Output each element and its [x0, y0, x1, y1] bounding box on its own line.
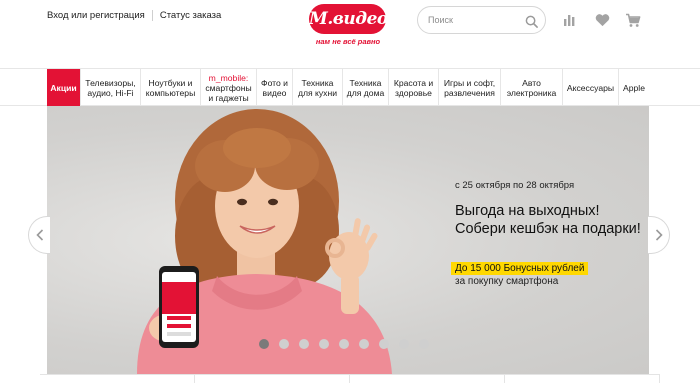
nav-item-laptops[interactable]: Ноутбуки и компьютеры [141, 69, 201, 106]
nav-item-home[interactable]: Техника для дома [343, 69, 389, 106]
nav-item-label: смартфоны и гаджеты [205, 82, 252, 103]
nav-item-accessories[interactable]: Аксессуары [563, 69, 619, 106]
category-nav: Акции Телевизоры, аудио, Hi-Fi Ноутбуки … [0, 68, 700, 106]
carousel-dot[interactable] [299, 339, 309, 349]
logo[interactable]: М.видео нам не всё равно [309, 4, 388, 52]
nav-item-label: Ноутбуки и компьютеры [145, 77, 196, 98]
nav-item-promotions[interactable]: Акции [47, 69, 81, 106]
product-tile[interactable] [350, 375, 505, 383]
login-link[interactable]: Вход или регистрация [47, 10, 145, 21]
top-links: Вход или регистрация Статус заказа [47, 10, 221, 21]
promo-title: Выгода на выходных! Собери кешбэк на под… [455, 203, 641, 237]
carousel-dot[interactable] [419, 339, 429, 349]
nav-item-label: Авто электроника [506, 77, 557, 98]
product-tile[interactable] [40, 375, 195, 383]
compare-icon[interactable] [562, 12, 578, 28]
nav-item-kitchen[interactable]: Техника для кухни [293, 69, 343, 106]
carousel-dot[interactable] [379, 339, 389, 349]
nav-item-label: Фото и видео [261, 77, 288, 98]
search-icon[interactable] [521, 11, 541, 31]
nav-item-label: Техника для кухни [297, 77, 338, 98]
heart-icon[interactable] [594, 12, 610, 28]
order-status-link[interactable]: Статус заказа [160, 10, 222, 21]
nav-item-smartphones[interactable]: m_mobile: смартфоны и гаджеты [201, 69, 257, 106]
nav-item-games[interactable]: Игры и софт, развлечения [439, 69, 501, 106]
product-tile[interactable] [195, 375, 350, 383]
carousel-prev-button[interactable] [28, 216, 50, 254]
search-box [417, 6, 546, 34]
nav-item-tv-audio[interactable]: Телевизоры, аудио, Hi-Fi [81, 69, 141, 106]
promo-date: с 25 октября по 28 октября [455, 180, 575, 191]
nav-item-label: Техника для дома [346, 77, 385, 98]
logo-mark: М.видео [309, 4, 388, 34]
logo-tagline: нам не всё равно [315, 37, 381, 46]
nav-item-apple[interactable]: Apple [619, 69, 649, 106]
nav-item-label: Акции [50, 82, 77, 93]
nav-item-label: Аксессуары [566, 82, 615, 93]
carousel-dot[interactable] [259, 339, 269, 349]
divider [151, 10, 153, 21]
carousel-next-button[interactable] [648, 216, 670, 254]
carousel-dots [259, 339, 429, 349]
banner-photo [137, 109, 392, 374]
nav-item-label: Красота и здоровье [393, 77, 434, 98]
carousel-dot[interactable] [359, 339, 369, 349]
product-tile[interactable] [505, 375, 660, 383]
carousel-dot[interactable] [399, 339, 409, 349]
chevron-left-icon [35, 229, 43, 241]
carousel-dot[interactable] [339, 339, 349, 349]
nav-item-accent-label: m_mobile: [208, 72, 249, 83]
nav-item-auto[interactable]: Авто электроника [501, 69, 563, 106]
search-input[interactable] [428, 15, 514, 25]
nav-item-label-wrap: m_mobile: смартфоны и гаджеты [203, 73, 254, 103]
promo-banner[interactable]: с 25 октября по 28 октября Выгода на вых… [47, 106, 649, 374]
nav-item-label: Apple [623, 82, 645, 93]
site-header: Вход или регистрация Статус заказа М.вид… [0, 0, 700, 68]
nav-item-photo-video[interactable]: Фото и видео [257, 69, 293, 106]
nav-item-label: Телевизоры, аудио, Hi-Fi [85, 77, 136, 98]
product-tiles-row [40, 374, 660, 383]
bonus-badge: До 15 000 Бонусных рублей [451, 262, 589, 275]
nav-item-label: Игры и софт, развлечения [443, 77, 496, 98]
carousel-dot[interactable] [279, 339, 289, 349]
cart-icon[interactable] [625, 12, 641, 28]
promo-subtitle: за покупку смартфона [455, 276, 559, 287]
nav-item-beauty[interactable]: Красота и здоровье [389, 69, 439, 106]
carousel-dot[interactable] [319, 339, 329, 349]
chevron-right-icon [655, 229, 663, 241]
